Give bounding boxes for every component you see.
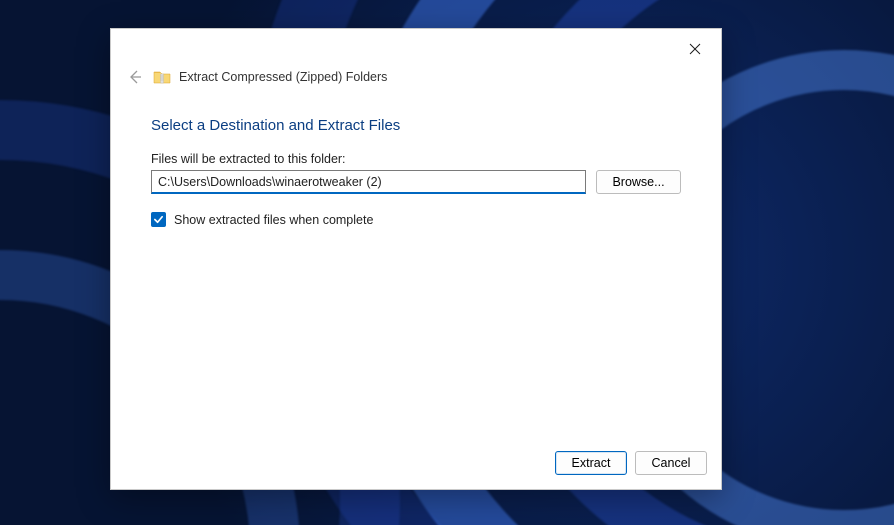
close-icon <box>689 43 701 55</box>
back-arrow-icon <box>127 69 143 85</box>
path-label: Files will be extracted to this folder: <box>151 152 681 166</box>
dialog-title: Extract Compressed (Zipped) Folders <box>179 70 387 84</box>
section-title: Select a Destination and Extract Files <box>151 117 681 134</box>
extract-dialog: Extract Compressed (Zipped) Folders Sele… <box>110 28 722 490</box>
dialog-header: Extract Compressed (Zipped) Folders <box>111 63 721 97</box>
checkmark-icon <box>153 214 164 225</box>
back-button[interactable] <box>125 67 145 87</box>
show-files-checkbox-row: Show extracted files when complete <box>151 212 681 227</box>
browse-button[interactable]: Browse... <box>596 170 681 194</box>
destination-path-input[interactable] <box>151 170 586 194</box>
dialog-titlebar <box>111 29 721 63</box>
dialog-footer: Extract Cancel <box>111 439 721 489</box>
show-files-label: Show extracted files when complete <box>174 213 373 227</box>
path-row: Browse... <box>151 170 681 194</box>
cancel-button[interactable]: Cancel <box>635 451 707 475</box>
extract-button[interactable]: Extract <box>555 451 627 475</box>
dialog-content: Select a Destination and Extract Files F… <box>111 97 721 439</box>
zipped-folder-icon <box>153 69 171 85</box>
show-files-checkbox[interactable] <box>151 212 166 227</box>
close-button[interactable] <box>675 35 715 63</box>
